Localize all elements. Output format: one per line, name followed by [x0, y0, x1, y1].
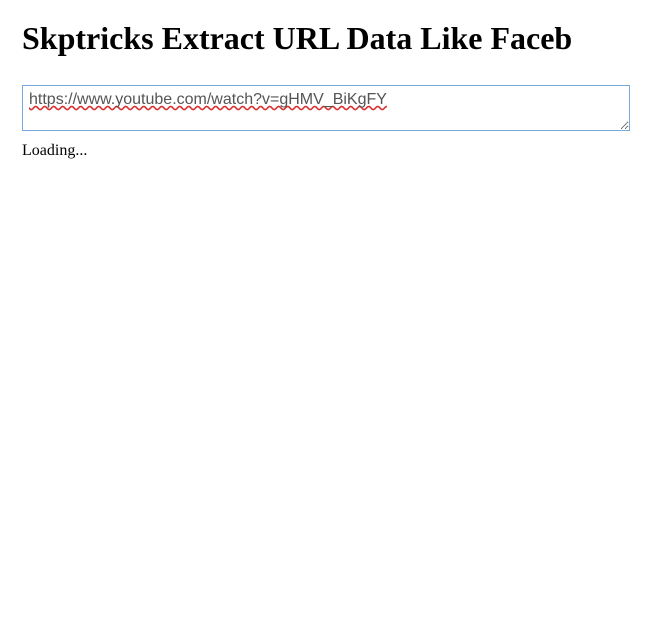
status-text: Loading...: [22, 142, 633, 160]
page-title: Skptricks Extract URL Data Like Faceb: [22, 20, 633, 57]
url-input[interactable]: [22, 85, 630, 131]
url-input-container: [22, 85, 630, 136]
